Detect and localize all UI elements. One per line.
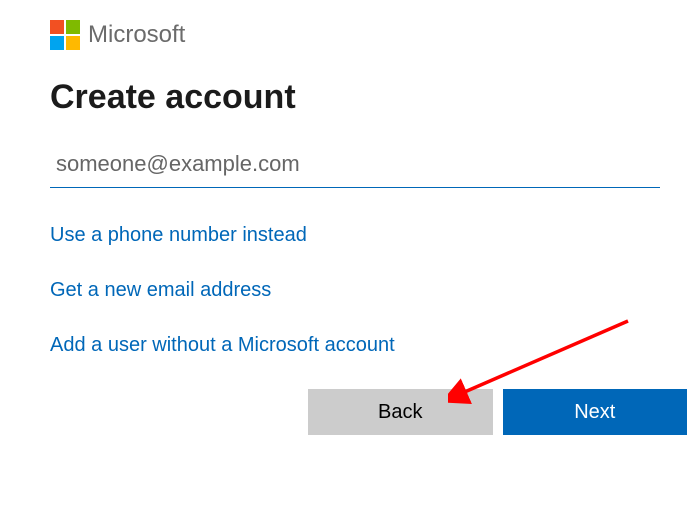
use-phone-link[interactable]: Use a phone number instead: [50, 224, 307, 247]
get-new-email-link[interactable]: Get a new email address: [50, 279, 271, 302]
back-button[interactable]: Back: [308, 389, 493, 435]
brand-text: Microsoft: [88, 21, 185, 49]
page-title: Create account: [50, 78, 687, 117]
email-field[interactable]: [50, 145, 660, 188]
microsoft-logo-icon: [50, 20, 80, 50]
button-row: Back Next: [308, 389, 687, 435]
brand-row: Microsoft: [50, 20, 687, 50]
next-button[interactable]: Next: [503, 389, 687, 435]
add-user-no-ms-account-link[interactable]: Add a user without a Microsoft account: [50, 334, 395, 357]
